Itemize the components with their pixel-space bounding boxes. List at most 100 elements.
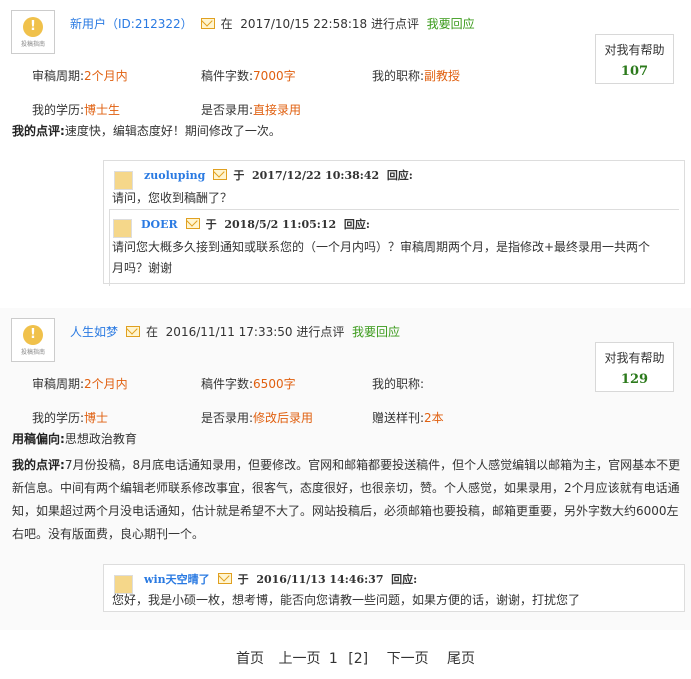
- reply-header: DOER 于 2018/5/2 11:05:12 回应:: [141, 216, 370, 232]
- reply-datetime: 2016/11/13 14:46:37: [256, 573, 384, 586]
- bias-label: 用稿偏向:: [12, 432, 65, 446]
- helpful-count: 107: [620, 64, 649, 79]
- respond-link[interactable]: 我要回应: [427, 17, 475, 31]
- accepted-field: 是否录用:修改后录用: [201, 409, 313, 426]
- comment: 我的点评:速度快，编辑态度好！期间修改了一次。: [12, 121, 683, 142]
- reply-header: zuoluping 于 2017/12/22 10:38:42 回应:: [144, 167, 413, 183]
- action-label: 进行点评: [296, 325, 345, 339]
- page-2-current: [2]: [348, 651, 369, 667]
- degree-label: 我的学历:: [32, 411, 85, 425]
- review-datetime: 2017/10/15 22:58:18: [240, 17, 368, 31]
- first-page-link[interactable]: 首页: [236, 651, 264, 667]
- helpful-box[interactable]: 对我有帮助 107: [595, 34, 674, 84]
- review-header: 人生如梦 在 2016/11/11 17:33:50 进行点评 我要回应: [70, 323, 400, 340]
- reply-box: win天空晴了 于 2016/11/13 14:46:37 回应: 您好，我是小硕…: [103, 564, 685, 612]
- at-label: 在: [220, 17, 233, 31]
- accepted-label: 是否录用:: [201, 411, 254, 425]
- helpful-box[interactable]: 对我有帮助 129: [595, 342, 674, 392]
- info-icon: !: [23, 325, 43, 345]
- reply-text: 请问，您收到稿酬了？: [112, 191, 233, 205]
- helpful-count: 129: [620, 372, 649, 387]
- reply-username[interactable]: DOER: [141, 218, 178, 231]
- reply-username[interactable]: win天空晴了: [144, 573, 210, 586]
- period-field: 审稿周期:2个月内: [32, 375, 128, 392]
- reply-yu: 于: [237, 573, 249, 586]
- review-header: 新用户（ID:212322） 在 2017/10/15 22:58:18 进行点评…: [70, 15, 475, 32]
- reply-text: 请问您大概多久接到通知或联系您的（一个月内吗）？审稿周期两个月，是指修改+最终录…: [112, 240, 651, 275]
- period-value: 2个月内: [84, 377, 128, 391]
- reply-yu: 于: [205, 218, 217, 231]
- accepted-value: 修改后录用: [253, 411, 314, 425]
- title-value: 副教授: [424, 69, 461, 83]
- review-datetime: 2016/11/11 17:33:50: [165, 325, 293, 339]
- username-link[interactable]: 人生如梦: [70, 325, 118, 339]
- comment-label: 我的点评:: [12, 458, 65, 472]
- words-field: 稿件字数:6500字: [201, 375, 296, 392]
- period-value: 2个月内: [84, 69, 128, 83]
- degree-field: 我的学历:博士生: [32, 101, 120, 118]
- reply-text: 您好，我是小硕一枚，想考博，能否向您请教一些问题，如果方便的话，谢谢，打扰您了: [112, 593, 581, 607]
- reply-yu: 于: [233, 169, 245, 182]
- degree-field: 我的学历:博士: [32, 409, 108, 426]
- comment-label: 我的点评:: [12, 124, 65, 138]
- pagination: 首页 上一页 1 [2] 下一页 尾页: [236, 648, 485, 668]
- review-2: ! 投稿指南 人生如梦 在 2016/11/11 17:33:50 进行点评 我要…: [0, 308, 691, 630]
- username-link[interactable]: 新用户（ID:212322）: [70, 17, 193, 31]
- comment-text: 速度快，编辑态度好！期间修改了一次。: [64, 124, 281, 138]
- period-field: 审稿周期:2个月内: [32, 67, 128, 84]
- bias-value: 思想政治教育: [64, 432, 137, 446]
- period-label: 审稿周期:: [32, 377, 85, 391]
- action-label: 进行点评: [371, 17, 420, 31]
- mail-icon[interactable]: [217, 573, 232, 584]
- avatar[interactable]: ! 投稿指南: [11, 10, 55, 54]
- words-value: 6500字: [253, 377, 296, 391]
- helpful-label: 对我有帮助: [604, 43, 665, 57]
- accepted-label: 是否录用:: [201, 103, 254, 117]
- sample-value: 2本: [424, 411, 444, 425]
- accepted-field: 是否录用:直接录用: [201, 101, 301, 118]
- reply-label: 回应:: [343, 218, 370, 231]
- nested-reply: DOER 于 2018/5/2 11:05:12 回应: 请问您大概多久接到通知或…: [109, 209, 679, 286]
- review-1: ! 投稿指南 新用户（ID:212322） 在 2017/10/15 22:58:…: [0, 0, 691, 310]
- sample-label: 赠送样刊:: [372, 411, 425, 425]
- words-label: 稿件字数:: [201, 377, 254, 391]
- mail-icon[interactable]: [185, 218, 200, 229]
- title-field: 我的职称:副教授: [372, 67, 460, 84]
- avatar-caption: 投稿指南: [20, 349, 45, 356]
- helpful-label: 对我有帮助: [604, 351, 665, 365]
- period-label: 审稿周期:: [32, 69, 85, 83]
- reply-box: zuoluping 于 2017/12/22 10:38:42 回应: 请问，您收…: [103, 160, 685, 286]
- title-field: 我的职称:: [372, 375, 424, 392]
- mail-icon[interactable]: [213, 169, 228, 180]
- sample-field: 赠送样刊:2本: [372, 409, 444, 426]
- prev-page-link[interactable]: 上一页: [278, 651, 320, 667]
- bias-line: 用稿偏向:思想政治教育: [12, 429, 683, 450]
- respond-link[interactable]: 我要回应: [352, 325, 400, 339]
- info-icon: !: [23, 17, 43, 37]
- reply-header: win天空晴了 于 2016/11/13 14:46:37 回应:: [144, 571, 417, 587]
- comment: 我的点评:7月份投稿，8月底电话通知录用，但要修改。官网和邮箱都要投送稿件，但个…: [12, 454, 683, 546]
- accepted-value: 直接录用: [253, 103, 302, 117]
- next-page-link[interactable]: 下一页: [387, 651, 429, 667]
- reply-datetime: 2017/12/22 10:38:42: [252, 169, 380, 182]
- words-label: 稿件字数:: [201, 69, 254, 83]
- reply-label: 回应:: [391, 573, 418, 586]
- reply-avatar[interactable]: [113, 219, 132, 238]
- title-label: 我的职称:: [372, 69, 425, 83]
- words-field: 稿件字数:7000字: [201, 67, 296, 84]
- reply-label: 回应:: [386, 169, 413, 182]
- at-label: 在: [146, 325, 159, 339]
- reply-username[interactable]: zuoluping: [144, 169, 205, 182]
- avatar[interactable]: ! 投稿指南: [11, 318, 55, 362]
- mail-icon[interactable]: [200, 18, 215, 29]
- last-page-link[interactable]: 尾页: [447, 651, 475, 667]
- mail-icon[interactable]: [126, 326, 141, 337]
- degree-value: 博士生: [84, 103, 121, 117]
- reply-datetime: 2018/5/2 11:05:12: [224, 218, 337, 231]
- title-label: 我的职称:: [372, 377, 425, 391]
- comment-text: 7月份投稿，8月底电话通知录用，但要修改。官网和邮箱都要投送稿件，但个人感觉编辑…: [12, 458, 681, 541]
- degree-label: 我的学历:: [32, 103, 85, 117]
- degree-value: 博士: [84, 411, 109, 425]
- words-value: 7000字: [253, 69, 296, 83]
- page-1-link[interactable]: 1: [329, 651, 338, 667]
